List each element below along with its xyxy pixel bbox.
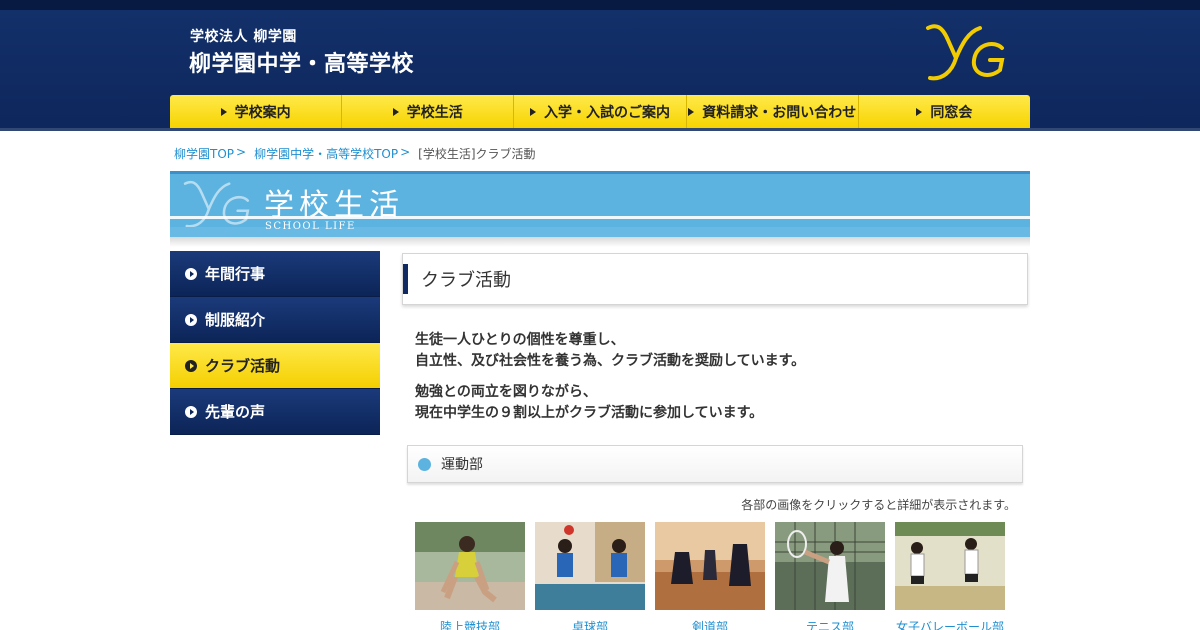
click-note: 各部の画像をクリックすると詳細が表示されます。 (741, 498, 1016, 512)
breadcrumb-link-top[interactable]: 柳学園TOP (174, 145, 234, 162)
breadcrumb-current: [学校生活]クラブ活動 (418, 147, 536, 161)
circle-arrow-icon (185, 359, 197, 372)
circle-bullet-icon (418, 457, 431, 471)
breadcrumb-separator: > (400, 145, 411, 159)
banner-shadow (170, 237, 1030, 247)
breadcrumb: 柳学園TOP > 柳学園中学・高等学校TOP > [学校生活]クラブ活動 (174, 145, 536, 162)
club-card-track[interactable]: 陸上競技部 (415, 522, 525, 630)
gnav-item-school-life[interactable]: 学校生活 (342, 95, 515, 128)
header-bottom-line (0, 128, 1200, 131)
intro-paragraph: 勉強との両立を図りながら、 現在中学生の９割以上がクラブ活動に参加しています。 (415, 382, 805, 424)
club-photo-kendo[interactable] (655, 522, 765, 610)
gnav-item-school-guide[interactable]: 学校案内 (170, 95, 343, 128)
gnav-label: 入学・入試のご案内 (544, 104, 670, 121)
club-photo-track[interactable] (415, 522, 525, 610)
club-label[interactable]: 女子バレーボール部 (895, 618, 1005, 630)
club-label[interactable]: 卓球部 (535, 618, 645, 630)
triangle-right-icon (916, 107, 923, 116)
intro-line: 現在中学生の９割以上がクラブ活動に参加しています。 (415, 405, 764, 421)
banner-title: 学校生活 (264, 188, 404, 223)
circle-arrow-icon (185, 267, 197, 280)
club-card-volleyball[interactable]: 女子バレーボール部 (895, 522, 1005, 630)
site-subtitle: 学校法人 柳学園 (190, 29, 297, 45)
breadcrumb-link-school-top[interactable]: 柳学園中学・高等学校TOP (254, 145, 398, 162)
sidenav-label: 制服紹介 (205, 311, 266, 329)
circle-arrow-icon (185, 313, 197, 326)
club-gallery: 陸上競技部 卓球部 剣道部 テニス部 女子バレーボール部 (415, 522, 1005, 630)
club-card-table-tennis[interactable]: 卓球部 (535, 522, 645, 630)
sidenav-label: 年間行事 (205, 265, 266, 283)
sidenav-item-club-activities[interactable]: クラブ活動 (170, 343, 380, 389)
section-heading: 運動部 (441, 457, 483, 473)
intro-line: 勉強との両立を図りながら、 (415, 384, 597, 400)
club-label[interactable]: テニス部 (775, 618, 885, 630)
club-photo-tennis[interactable] (775, 522, 885, 610)
triangle-right-icon (530, 107, 536, 116)
gnav-item-contact[interactable]: 資料請求・お問い合わせ (687, 95, 859, 128)
yg-logo-icon[interactable] (922, 18, 1014, 86)
intro-line: 生徒一人ひとりの個性を尊重し、 (415, 332, 625, 348)
club-label[interactable]: 剣道部 (655, 618, 765, 630)
club-card-tennis[interactable]: テニス部 (775, 522, 885, 630)
section-heading-box: 運動部 (407, 445, 1023, 483)
gnav-label: 学校生活 (406, 104, 463, 121)
sidenav-label: クラブ活動 (205, 357, 281, 375)
global-nav: 学校案内 学校生活 入学・入試のご案内 資料請求・お問い合わせ 同窓会 (170, 95, 1030, 128)
header-top-line (0, 0, 1200, 10)
club-photo-table-tennis[interactable] (535, 522, 645, 610)
gnav-label: 学校案内 (234, 104, 291, 121)
page-title: クラブ活動 (421, 270, 511, 291)
sidenav-item-senior-voices[interactable]: 先輩の声 (170, 389, 380, 435)
sidenav-item-uniform[interactable]: 制服紹介 (170, 297, 380, 343)
intro-text: 生徒一人ひとりの個性を尊重し、 自立性、及び社会性を養う為、クラブ活動を奨励して… (415, 330, 805, 434)
triangle-right-icon (392, 107, 399, 116)
page-heading-box: クラブ活動 (402, 253, 1028, 305)
club-photo-volleyball[interactable] (895, 522, 1005, 610)
gnav-item-admission[interactable]: 入学・入試のご案内 (514, 95, 687, 128)
breadcrumb-separator: > (236, 145, 247, 159)
intro-paragraph: 生徒一人ひとりの個性を尊重し、 自立性、及び社会性を養う為、クラブ活動を奨励して… (415, 330, 805, 372)
site-title[interactable]: 柳学園中学・高等学校 (189, 46, 414, 78)
gnav-item-alumni[interactable]: 同窓会 (859, 95, 1030, 128)
heading-accent-bar (403, 264, 408, 294)
yg-watermark-icon (183, 180, 250, 228)
banner-subtitle: SCHOOL LIFE (265, 221, 356, 232)
gnav-label: 同窓会 (930, 104, 973, 121)
club-card-kendo[interactable]: 剣道部 (655, 522, 765, 630)
circle-arrow-icon (185, 405, 197, 418)
triangle-right-icon (688, 107, 695, 116)
sidenav-item-annual-events[interactable]: 年間行事 (170, 251, 380, 297)
sidenav-label: 先輩の声 (205, 403, 266, 421)
intro-line: 自立性、及び社会性を養う為、クラブ活動を奨励しています。 (415, 353, 806, 369)
club-label[interactable]: 陸上競技部 (415, 618, 525, 630)
gnav-label: 資料請求・お問い合わせ (702, 104, 857, 121)
side-nav: 年間行事 制服紹介 クラブ活動 先輩の声 (170, 251, 380, 435)
triangle-right-icon (220, 107, 227, 116)
